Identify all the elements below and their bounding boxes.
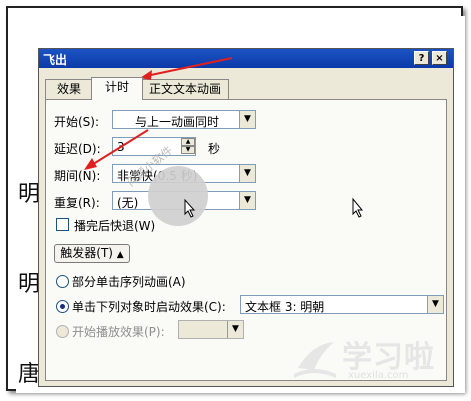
red-arrow-icon xyxy=(140,57,233,80)
mouse-pointer-icon xyxy=(184,198,196,218)
watermark-url: xuexila.com xyxy=(348,370,409,381)
site-watermark: 学习啦 xuexila.com xyxy=(290,328,440,390)
book-icon xyxy=(294,342,336,378)
red-arrow-icon xyxy=(84,129,149,170)
tab-timing[interactable]: 计时 xyxy=(91,77,143,100)
mouse-pointer-icon xyxy=(352,197,364,218)
